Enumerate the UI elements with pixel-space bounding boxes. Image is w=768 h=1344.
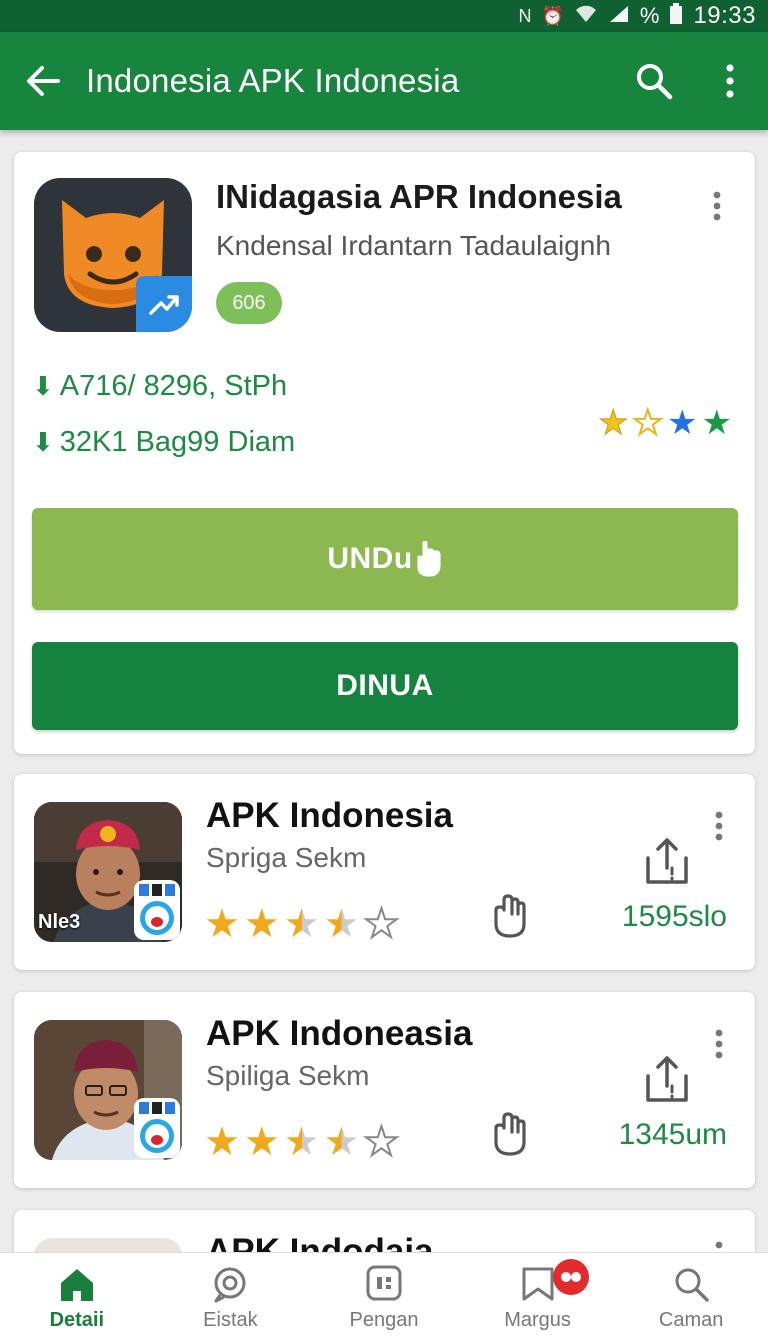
battery-icon	[669, 2, 683, 30]
nav-item-search[interactable]: Caman	[614, 1253, 768, 1344]
apps-icon	[366, 1265, 402, 1301]
status-bar: N ⏰ % 19:33	[0, 0, 768, 32]
home-icon	[60, 1269, 93, 1301]
star-half-icon: ★	[283, 1120, 320, 1164]
star-half-icon: ★	[283, 902, 320, 946]
star-outline-icon: ★	[631, 404, 664, 442]
app-icon-badge	[136, 276, 192, 332]
hand-icon[interactable]	[490, 1110, 530, 1158]
star-filled-icon: ★	[701, 404, 732, 442]
nav-label: Margus	[504, 1309, 571, 1331]
more-vert-icon	[715, 1029, 723, 1059]
bookmark-icon	[522, 1267, 554, 1301]
app-icon[interactable]	[34, 178, 192, 332]
install-button[interactable]: UNDu	[32, 508, 738, 610]
bottom-navigation: Detaii Eistak Pengan Margus Caman	[0, 1252, 768, 1344]
list-item-name: APK Indoneasia	[206, 1014, 473, 1053]
list-item-size: 1345um	[618, 1118, 727, 1151]
back-arrow-icon	[27, 66, 60, 96]
more-vert-icon	[726, 64, 734, 98]
more-vert-icon	[713, 191, 721, 221]
trend-arrow-icon	[149, 295, 179, 315]
list-item[interactable]: APK Indoneasia Spiliga Sekm ★ ★ ★ ★ ★ 13…	[14, 992, 755, 1188]
list-item-rating: ★ ★ ★ ★ ★	[204, 1120, 400, 1164]
nav-item-apps[interactable]: Pengan	[307, 1253, 461, 1344]
record-icon	[560, 1272, 581, 1282]
star-empty-icon: ★	[362, 1120, 400, 1164]
nav-item-bookmarks[interactable]: Margus	[461, 1253, 615, 1344]
back-button[interactable]	[0, 32, 86, 130]
search-icon	[675, 1268, 709, 1302]
download-arrow-icon: ⬇	[32, 427, 54, 457]
alarm-icon: ⏰	[541, 5, 564, 26]
star-half-icon: ★	[323, 902, 360, 946]
stat-1-text: A716/ 8296, StPh	[59, 370, 288, 402]
list-item-more-button[interactable]	[704, 804, 734, 848]
status-time: 19:33	[693, 2, 756, 29]
star-empty-icon: ★	[362, 902, 400, 946]
mascot-icon	[140, 901, 174, 935]
open-button-label: DINUA	[336, 669, 434, 702]
rating-stars: ★ ★ ★ ★	[597, 404, 732, 442]
app-detail-card: INidagasia APR Indonesia Kndensal Irdant…	[14, 152, 755, 754]
app-name: INidagasia APR Indonesia	[216, 178, 622, 215]
list-item[interactable]: Nle3 APK Indonesia Spriga Sekm ★ ★ ★ ★ ★…	[14, 774, 755, 970]
app-thumbnail	[34, 1020, 182, 1160]
hand-pointer-icon	[417, 541, 441, 577]
list-item-name: APK Indonesia	[206, 796, 453, 835]
nav-label: Detaii	[49, 1309, 105, 1331]
app-badge: 606	[216, 282, 282, 324]
nav-label: Pengan	[349, 1309, 419, 1331]
list-item-size: 1595slo	[621, 900, 727, 933]
app-thumbnail: Nle3	[34, 802, 182, 942]
share-icon[interactable]	[644, 1054, 690, 1104]
nav-label: Eistak	[203, 1309, 258, 1331]
list-item-more-button[interactable]	[704, 1022, 734, 1066]
nav-item-chat[interactable]: Eistak	[154, 1253, 308, 1344]
grid-icon	[139, 1102, 175, 1114]
hand-icon[interactable]	[490, 892, 530, 940]
thumbnail-caption: Nle3	[38, 911, 81, 933]
search-icon	[637, 64, 673, 100]
notification-badge	[552, 1259, 589, 1295]
grid-icon	[139, 884, 175, 896]
stat-2-text: 32K1 Bag99 Diam	[59, 426, 296, 458]
open-button[interactable]: DINUA	[32, 642, 738, 730]
overflow-menu-button[interactable]	[692, 32, 768, 130]
search-button[interactable]	[616, 32, 692, 130]
nav-item-detail[interactable]: Detaii	[0, 1253, 154, 1344]
card-more-button[interactable]	[702, 184, 732, 228]
battery-percent: %	[639, 3, 660, 28]
star-filled-icon: ★	[666, 404, 698, 442]
app-developer: Kndensal Irdantarn Tadaulaignh	[216, 230, 611, 261]
more-vert-icon	[715, 811, 723, 841]
stat-row-2: ⬇ 32K1 Bag99 Diam	[32, 426, 295, 459]
star-filled-icon: ★	[204, 902, 240, 946]
star-outline-icon: ★	[597, 404, 629, 442]
list-item-subtitle: Spiliga Sekm	[206, 1060, 370, 1091]
mascot-icon	[140, 1119, 174, 1153]
app-mini-badge	[134, 880, 180, 940]
app-bar-title: Indonesia APK Indonesia	[86, 62, 460, 99]
star-filled-icon: ★	[204, 1120, 240, 1164]
star-filled-icon: ★	[243, 902, 280, 946]
wifi-icon	[574, 4, 598, 29]
share-icon[interactable]	[644, 836, 690, 886]
list-item-rating: ★ ★ ★ ★ ★	[204, 902, 400, 946]
signal-icon	[608, 4, 630, 29]
nfc-icon: N	[518, 5, 532, 26]
nav-label: Caman	[658, 1309, 724, 1331]
list-item-subtitle: Spriga Sekm	[206, 842, 367, 873]
download-arrow-icon: ⬇	[32, 371, 54, 401]
star-filled-icon: ★	[243, 1120, 280, 1164]
chat-icon	[214, 1267, 246, 1303]
star-half-icon: ★	[323, 1120, 360, 1164]
app-mini-badge	[134, 1098, 180, 1158]
stat-row-1: ⬇ A716/ 8296, StPh	[32, 370, 287, 403]
install-button-label: UNDu	[327, 542, 413, 575]
app-bar: Indonesia APK Indonesia	[0, 32, 768, 130]
